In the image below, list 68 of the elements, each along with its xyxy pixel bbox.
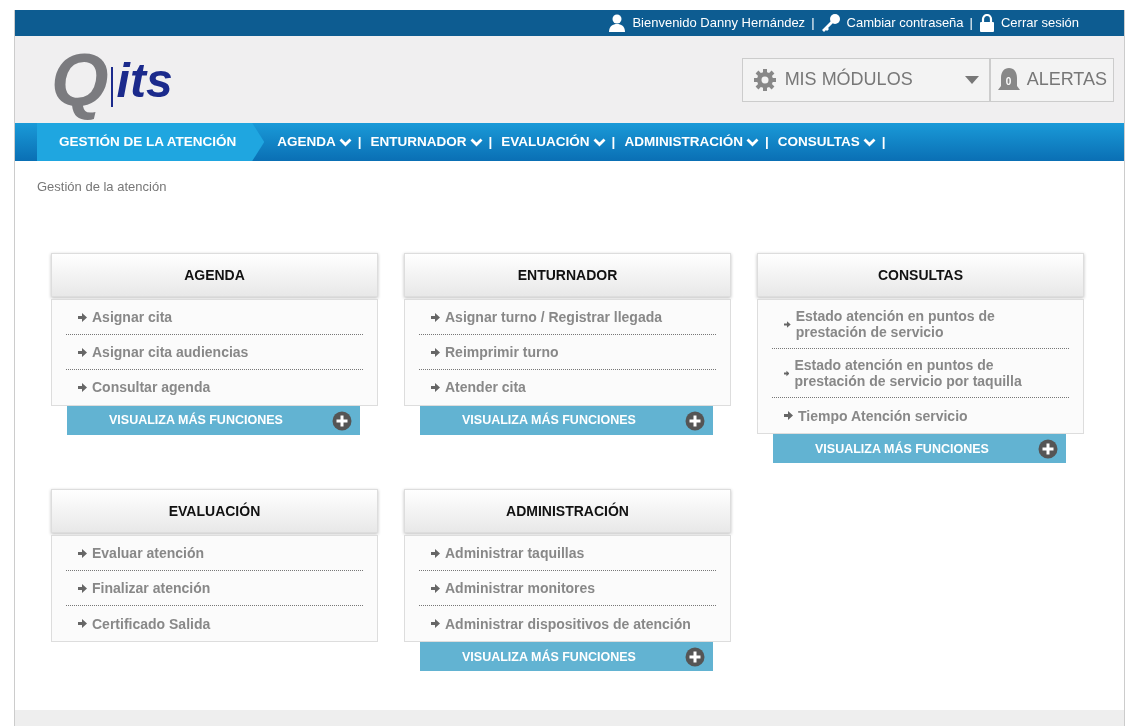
arrow-icon <box>431 583 440 593</box>
card-title: AGENDA <box>51 253 378 297</box>
function-link[interactable]: Asignar turno / Registrar llegada <box>445 308 663 326</box>
arrow-icon <box>78 347 87 357</box>
key-icon <box>820 14 841 32</box>
arrow-icon <box>78 583 87 593</box>
function-link[interactable]: Administrar monitores <box>445 580 596 597</box>
function-link[interactable]: Consultar agenda <box>92 379 211 396</box>
nav-tab[interactable]: ENTURNADOR <box>367 123 486 161</box>
arrow-icon <box>784 368 790 378</box>
arrow-icon <box>431 548 440 558</box>
arrow-icon <box>78 548 87 558</box>
arrow-icon <box>78 383 87 392</box>
separator: | <box>487 132 494 151</box>
separator: | <box>610 132 617 151</box>
nav-tab[interactable]: GESTIÓN DE LA ATENCIÓN <box>37 123 265 161</box>
separator: | <box>356 132 363 151</box>
function-link[interactable]: Atender cita <box>445 379 526 396</box>
arrow-icon <box>431 619 440 629</box>
more-functions-button[interactable]: VISUALIZA MÁS FUNCIONES <box>420 406 713 435</box>
arrow-icon <box>78 619 87 629</box>
function-link[interactable]: Administrar taquillas <box>445 545 585 562</box>
plus-icon <box>332 410 352 431</box>
function-link[interactable]: Evaluar atención <box>92 545 205 562</box>
alerts-button[interactable]: 0 ALERTAS <box>989 57 1114 102</box>
caret-icon <box>964 75 979 84</box>
function-link[interactable]: Certificado Salida <box>92 615 211 632</box>
breadcrumb-text: Gestión de la atención <box>36 178 167 196</box>
arrow-icon <box>784 319 791 329</box>
card-title: ADMINISTRACIÓN <box>404 489 731 534</box>
function-link[interactable]: Asignar cita audiencias <box>92 343 249 361</box>
separator: | <box>811 14 815 33</box>
arrow-icon <box>431 383 440 392</box>
function-link[interactable]: Reimprimir turno <box>445 343 559 361</box>
separator: | <box>969 14 973 33</box>
separator: | <box>763 132 770 151</box>
function-link[interactable]: Asignar cita <box>92 308 173 326</box>
gear-icon <box>752 67 777 92</box>
top-bar-link[interactable]: Bienvenido Danny Hernández <box>632 13 806 33</box>
function-link[interactable]: Estado atención en puntos de prestación de servicio por taquilla <box>794 357 1057 390</box>
plus-icon <box>1038 438 1058 459</box>
lock-icon <box>978 14 995 32</box>
arrow-icon <box>431 347 440 357</box>
function-link[interactable]: Estado atención en puntos de prestación de servicio <box>795 308 1057 341</box>
nav-tab[interactable]: CONSULTAS <box>774 123 879 161</box>
nav-tab[interactable]: ADMINISTRACIÓN <box>621 123 762 161</box>
more-functions-button[interactable]: VISUALIZA MÁS FUNCIONES <box>67 406 360 435</box>
modules-dropdown[interactable]: MIS MÓDULOS <box>741 57 990 102</box>
arrow-icon <box>784 411 793 421</box>
card-title: EVALUACIÓN <box>51 489 378 534</box>
arrow-icon <box>431 312 440 322</box>
nav-tab[interactable]: EVALUACIÓN <box>498 123 609 161</box>
separator: | <box>880 132 887 151</box>
top-bar-link[interactable]: Cerrar sesión <box>1000 13 1079 33</box>
arrow-icon <box>78 312 87 322</box>
plus-icon <box>685 646 705 667</box>
more-functions-button[interactable]: VISUALIZA MÁS FUNCIONES <box>420 642 713 672</box>
nav-tab[interactable]: AGENDA <box>274 123 355 161</box>
top-bar-link[interactable]: Cambiar contraseña <box>846 13 964 33</box>
user-icon <box>608 14 627 32</box>
plus-icon <box>685 410 705 431</box>
card-title: CONSULTAS <box>757 253 1084 297</box>
alert-count: 0 <box>1005 74 1012 89</box>
more-functions-button[interactable]: VISUALIZA MÁS FUNCIONES <box>773 434 1066 464</box>
function-link[interactable]: Finalizar atención <box>92 580 211 597</box>
function-link[interactable]: Administrar dispositivos de atención <box>445 615 691 632</box>
function-link[interactable]: Tiempo Atención servicio <box>798 407 968 424</box>
card-title: ENTURNADOR <box>404 253 731 297</box>
